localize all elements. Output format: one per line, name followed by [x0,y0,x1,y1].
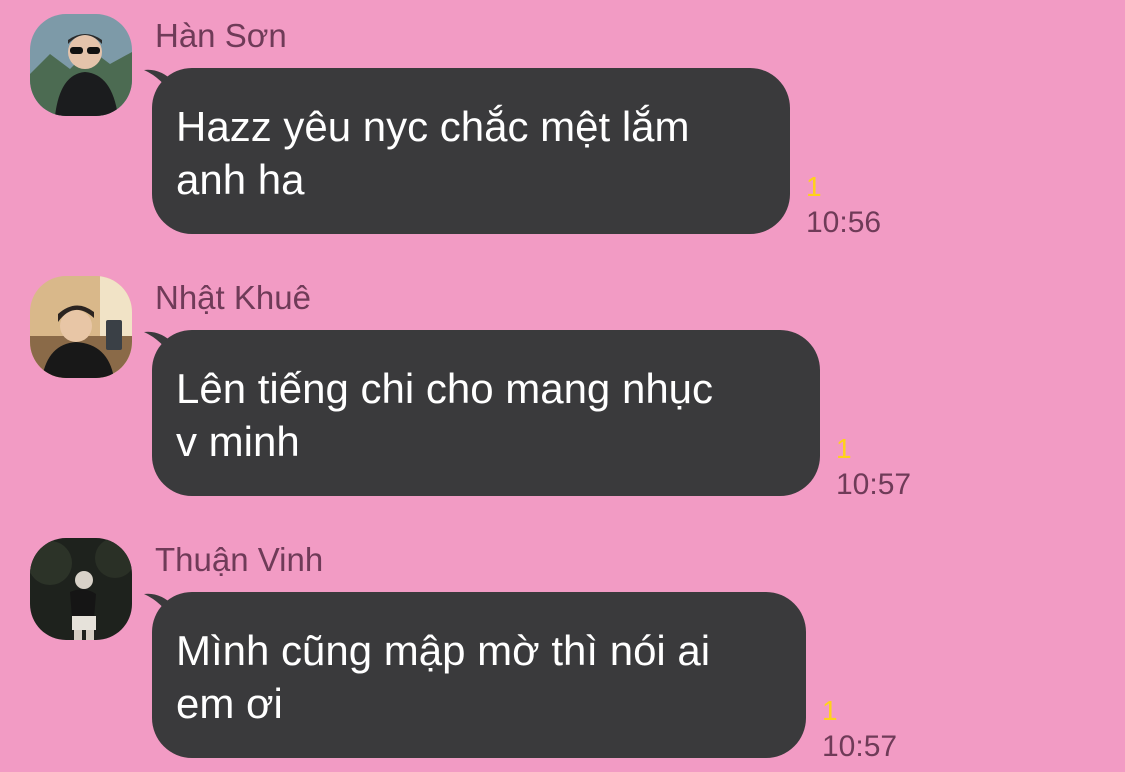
sender-name: Hàn Sơn [155,17,287,54]
message-text-line: Mình cũng mập mờ thì nói ai [176,627,711,674]
message-text-line: Lên tiếng chi cho mang nhục [176,365,714,412]
unread-count: 1 [836,433,852,464]
message-bubble[interactable]: Lên tiếng chi cho mang nhục v minh [152,330,820,496]
avatar[interactable] [30,538,132,640]
message-text-line: Hazz yêu nyc chắc mệt lắm [176,103,690,150]
message-bubble[interactable]: Hazz yêu nyc chắc mệt lắm anh ha [152,68,790,234]
message-time: 10:56 [806,206,882,239]
message-text-line: em ơi [176,680,283,727]
message-time: 10:57 [822,730,898,763]
unread-count: 1 [806,171,822,202]
sender-name: Nhật Khuê [155,279,311,316]
avatar-photo-icon [30,276,132,378]
message-text-line: anh ha [176,156,305,203]
unread-count: 1 [822,695,838,726]
avatar[interactable] [30,14,132,116]
message-text-line: v minh [176,418,300,465]
message-time: 10:57 [836,468,912,501]
avatar[interactable] [30,276,132,378]
avatar-photo-icon [30,538,132,640]
sender-name: Thuận Vinh [155,541,324,578]
avatar-photo-icon [30,14,132,116]
message-bubble[interactable]: Mình cũng mập mờ thì nói ai em ơi [152,592,806,758]
